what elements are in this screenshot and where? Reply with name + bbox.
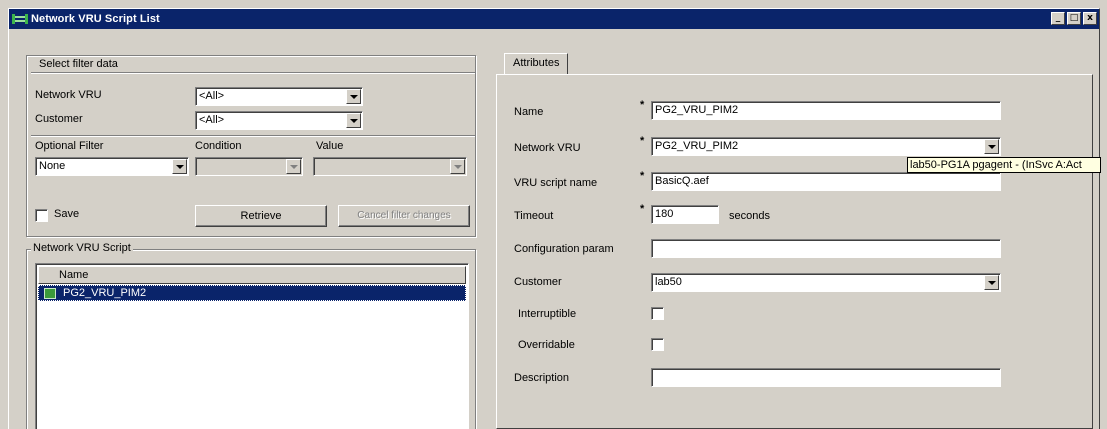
overridable-checkbox[interactable] — [651, 338, 664, 351]
vru-script-name-required-marker: * — [640, 170, 645, 182]
list-column-name[interactable]: Name — [38, 266, 466, 284]
interruptible-checkbox[interactable] — [651, 307, 664, 320]
chevron-down-icon[interactable] — [286, 159, 301, 174]
cancel-filter-changes-button[interactable]: Cancel filter changes — [338, 205, 470, 227]
tab-attributes[interactable]: Attributes — [504, 53, 569, 75]
condition-label: Condition — [195, 140, 242, 152]
timeout-unit-label: seconds — [729, 210, 770, 222]
customer-select[interactable]: lab50 — [651, 273, 1001, 292]
table-row[interactable]: PG2_VRU_PIM2 — [38, 285, 466, 301]
close-icon: x — [1087, 13, 1093, 23]
save-label: Save — [54, 208, 80, 220]
chevron-down-icon[interactable] — [346, 113, 361, 128]
retrieve-button[interactable]: Retrieve — [195, 205, 327, 227]
optional-filter-label: Optional Filter — [35, 140, 104, 152]
name-required-marker: * — [640, 99, 645, 111]
row-name: PG2_VRU_PIM2 — [63, 287, 147, 299]
save-checkbox[interactable] — [35, 209, 48, 222]
network-vru-required-marker: * — [640, 135, 645, 147]
value-label: Value — [316, 140, 344, 152]
close-button[interactable]: x — [1083, 12, 1097, 25]
tab-attributes-label: Attributes — [513, 57, 560, 69]
network-vru-value: PG2_VRU_PIM2 — [655, 140, 739, 152]
optional-filter-value: None — [39, 160, 66, 172]
network-vru-select[interactable]: PG2_VRU_PIM2 — [651, 137, 1001, 156]
interruptible-label: Interruptible — [518, 308, 577, 320]
name-input[interactable]: PG2_VRU_PIM2 — [651, 101, 1001, 120]
vru-script-name-input[interactable]: BasicQ.aef — [651, 172, 1001, 191]
condition-select[interactable] — [195, 157, 303, 176]
chevron-down-icon[interactable] — [984, 275, 999, 290]
minimize-button[interactable]: _ — [1051, 12, 1065, 25]
timeout-required-marker: * — [640, 203, 645, 215]
maximize-button[interactable]: □ — [1067, 12, 1081, 25]
network-app-icon — [12, 12, 28, 26]
customer-value: lab50 — [655, 276, 682, 288]
vru-script-name-value: BasicQ.aef — [655, 175, 709, 187]
config-param-input[interactable] — [651, 239, 1001, 258]
list-column-name-label: Name — [59, 269, 89, 281]
timeout-value: 180 — [655, 208, 674, 220]
config-param-label: Configuration param — [514, 243, 614, 255]
minimize-icon: _ — [1055, 13, 1061, 23]
name-label: Name — [514, 106, 544, 118]
vru-script-name-label: VRU script name — [514, 177, 598, 189]
chevron-down-icon[interactable] — [450, 159, 465, 174]
description-label: Description — [514, 372, 570, 384]
tooltip-text: lab50-PG1A pgagent - (InSvc A:Act — [910, 159, 1082, 171]
script-list[interactable]: Name PG2_VRU_PIM2 — [35, 263, 469, 429]
overridable-label: Overridable — [518, 339, 575, 351]
filter-network-vru-value: <All> — [199, 90, 225, 102]
network-vru-script-list-window: Network VRU Script List _ □ x Select fil… — [8, 8, 1101, 429]
maximize-icon: □ — [1069, 13, 1079, 23]
name-value: PG2_VRU_PIM2 — [655, 104, 739, 116]
window-title: Network VRU Script List — [31, 13, 160, 25]
title-bar[interactable]: Network VRU Script List _ □ x — [9, 9, 1099, 29]
filter-customer-value: <All> — [199, 114, 225, 126]
network-vru-tooltip: lab50-PG1A pgagent - (InSvc A:Act — [907, 157, 1101, 173]
script-check-icon — [44, 288, 56, 299]
network-vru-label: Network VRU — [514, 142, 581, 154]
filter-customer-select[interactable]: <All> — [195, 111, 363, 130]
chevron-down-icon[interactable] — [346, 89, 361, 104]
description-input[interactable] — [651, 368, 1001, 387]
chevron-down-icon[interactable] — [172, 159, 187, 174]
timeout-label: Timeout — [514, 210, 554, 222]
filter-customer-label: Customer — [35, 113, 83, 125]
filter-network-vru-label: Network VRU — [35, 89, 102, 101]
filter-group-label: Select filter data — [39, 58, 118, 70]
chevron-down-icon[interactable] — [984, 139, 999, 154]
script-list-group-label: Network VRU Script — [31, 242, 133, 254]
value-select[interactable] — [313, 157, 467, 176]
optional-filter-select[interactable]: None — [35, 157, 189, 176]
filter-network-vru-select[interactable]: <All> — [195, 87, 363, 106]
filter-divider — [31, 135, 475, 136]
timeout-input[interactable]: 180 — [651, 205, 719, 224]
customer-label: Customer — [514, 276, 562, 288]
